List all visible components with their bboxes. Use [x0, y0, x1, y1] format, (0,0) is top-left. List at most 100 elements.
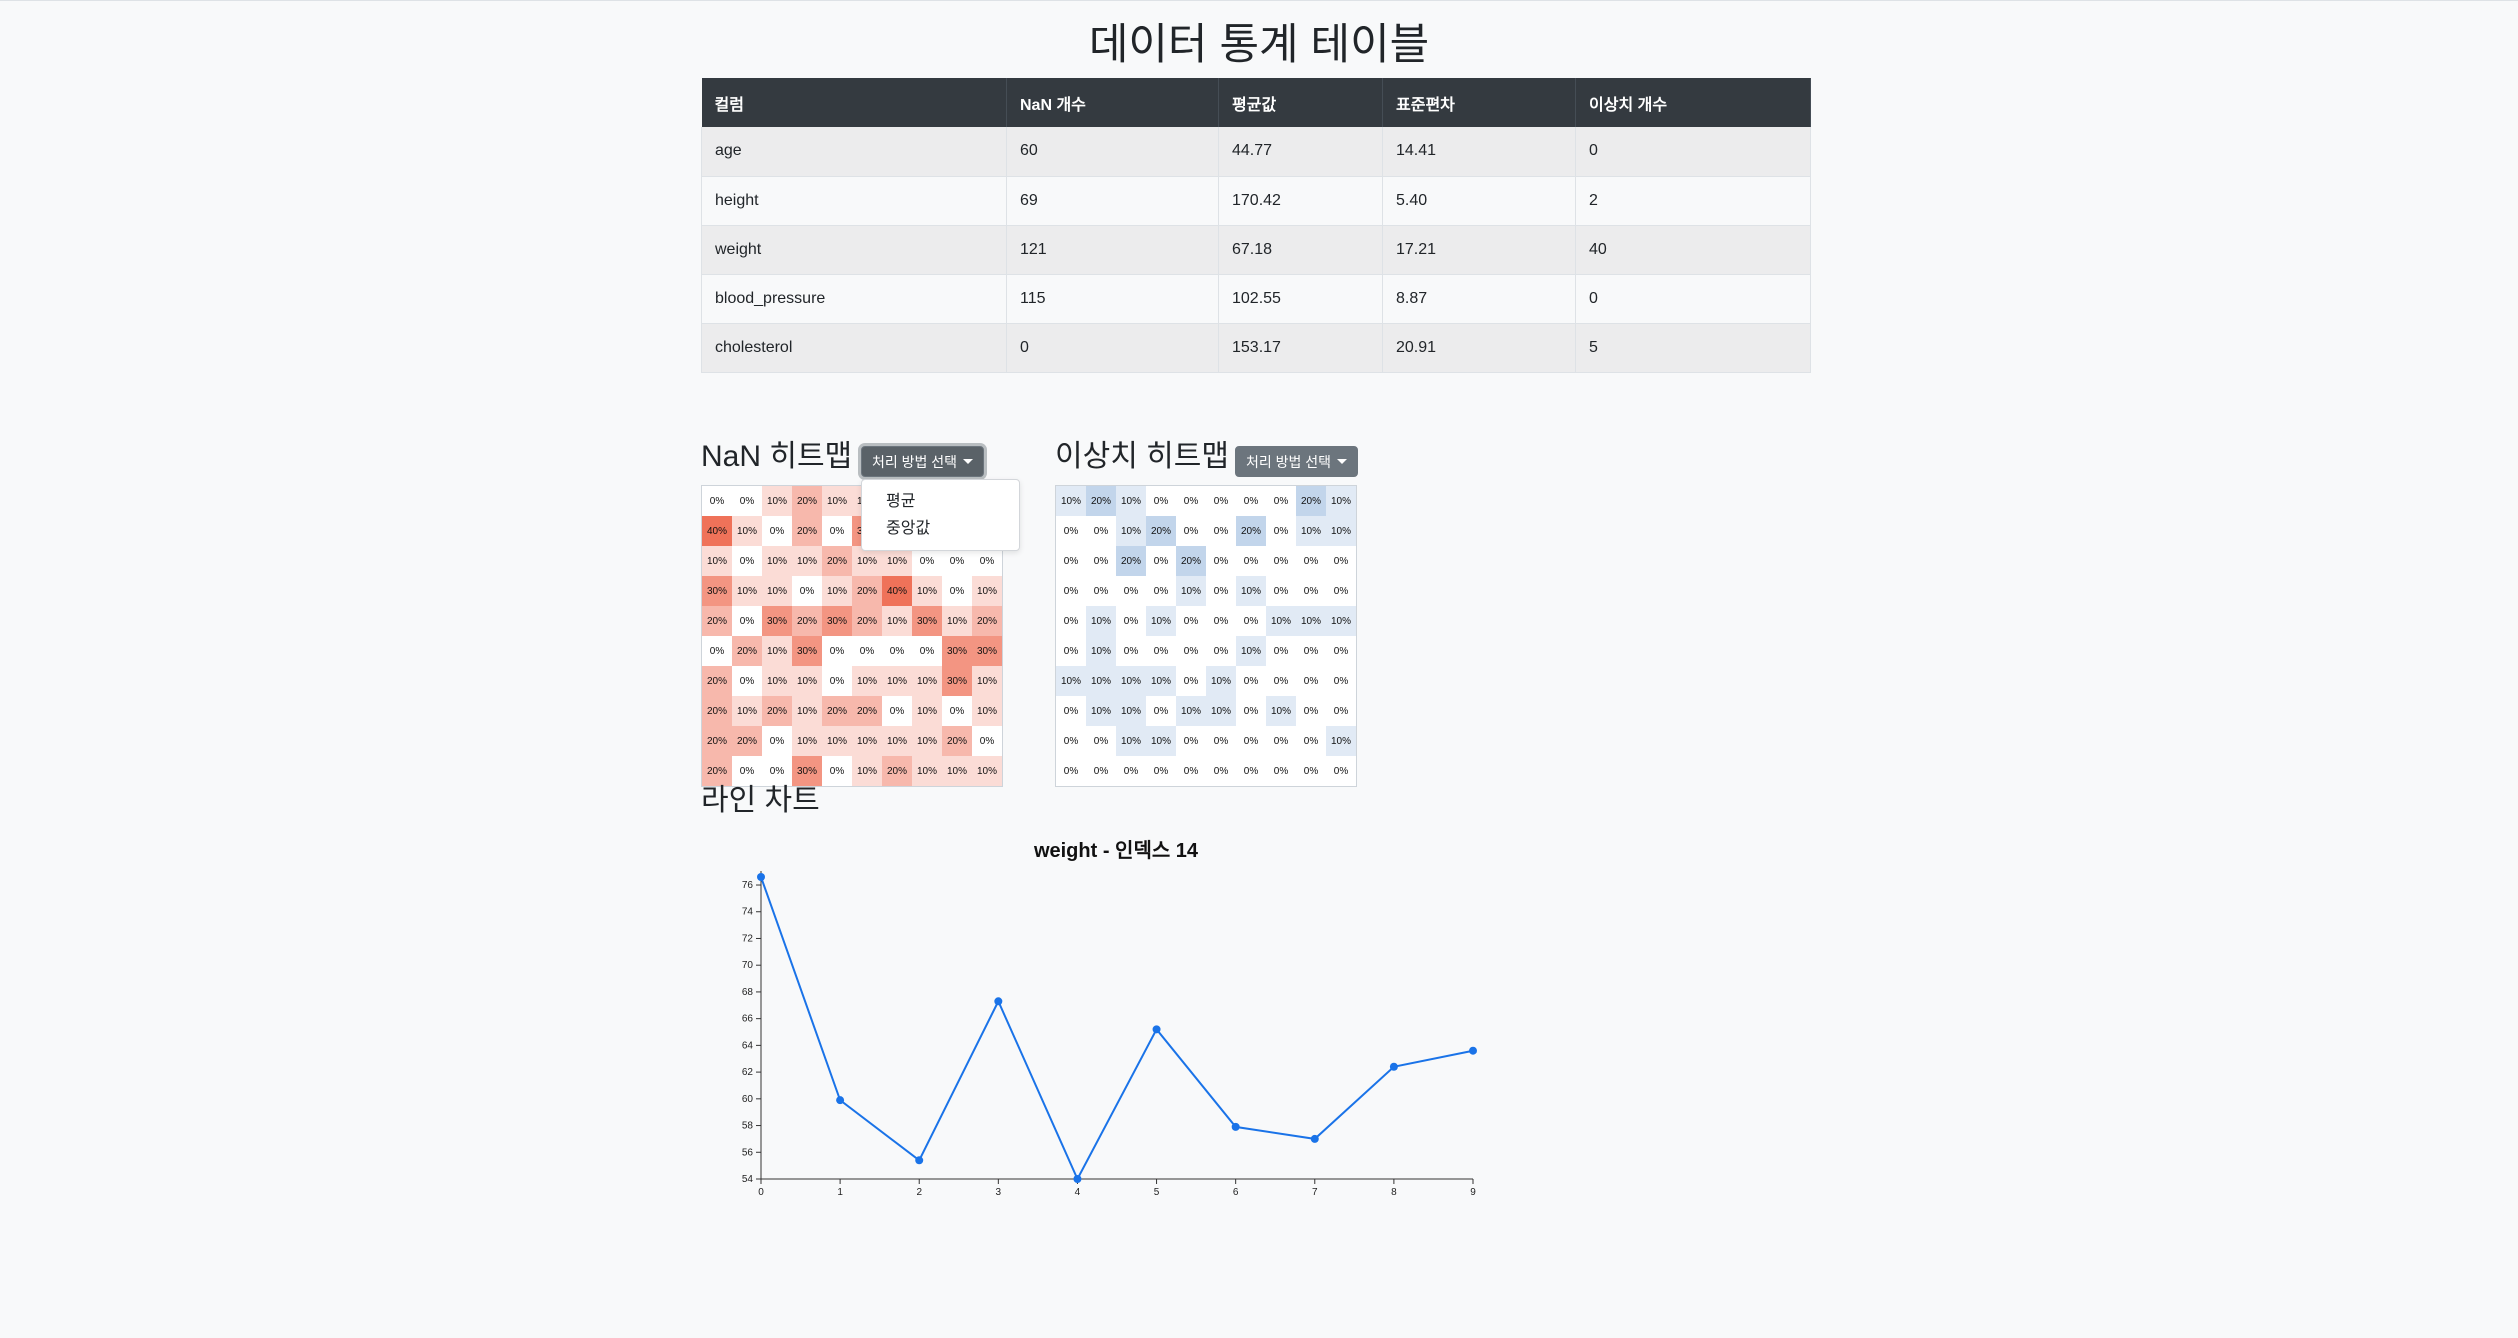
table-row: blood_pressure 115 102.55 8.87 0 [701, 274, 1811, 324]
table-cell: cholesterol [701, 323, 1007, 373]
heatmap-cell: 20% [852, 696, 882, 726]
heatmap-cell: 0% [1093, 585, 1109, 597]
heatmap-cell: 0% [1063, 555, 1079, 567]
heatmap-cell: 10% [762, 576, 792, 606]
heatmap-cell: 10% [762, 546, 792, 576]
heatmap-cell: 20% [822, 546, 852, 576]
y-tick-label: 54 [742, 1174, 754, 1185]
heatmap-cell: 10% [792, 726, 822, 756]
heatmap-cell: 10% [1266, 696, 1296, 726]
data-point [1073, 1175, 1082, 1183]
dropdown-item-median[interactable]: 중앙값 [862, 515, 1019, 542]
heatmap-cell: 0% [1183, 675, 1199, 687]
heatmap-cell: 0% [1243, 675, 1259, 687]
table-row: weight 121 67.18 17.21 40 [701, 225, 1811, 275]
dropdown-item-mean[interactable]: 평균 [862, 488, 1019, 515]
heatmap-cell: 10% [1296, 516, 1326, 546]
table-row: age 60 44.77 14.41 0 [701, 127, 1811, 177]
heatmap-cell: 10% [702, 546, 732, 576]
heatmap-cell: 0% [1273, 765, 1289, 777]
data-point [757, 873, 765, 881]
heatmap-cell: 10% [762, 666, 792, 696]
nan-method-dropdown-menu: 평균 중앙값 [861, 479, 1020, 551]
heatmap-cell: 10% [1086, 696, 1116, 726]
heatmap-cell: 0% [1333, 675, 1349, 687]
heatmap-cell: 0% [829, 675, 845, 687]
heatmap-cell: 30% [972, 636, 1002, 666]
heatmap-cell: 0% [1213, 615, 1229, 627]
outlier-heatmap-title: 이상치 히트맵 [1055, 440, 1229, 473]
heatmap-cell: 0% [1213, 555, 1229, 567]
heatmap-cell: 20% [732, 636, 762, 666]
heatmap-cell: 0% [1273, 555, 1289, 567]
column-header: NaN 개수 [1006, 78, 1219, 127]
heatmap-cell: 0% [1303, 555, 1319, 567]
table-cell: 60 [1006, 127, 1219, 177]
heatmap-cell: 0% [1183, 765, 1199, 777]
y-tick-label: 74 [742, 907, 754, 918]
heatmap-cell: 0% [1303, 735, 1319, 747]
heatmap-cell: 10% [822, 726, 852, 756]
heatmap-cell: 0% [1123, 585, 1139, 597]
heatmap-cell: 0% [1213, 525, 1229, 537]
x-tick-label: 6 [1233, 1187, 1239, 1198]
line-chart: weight - 인덱스 14 54 56 58 60 62 64 66 68 70 72 74 76 0… [701, 827, 1481, 1207]
heatmap-cell: 10% [1236, 576, 1266, 606]
table-cell: 5 [1575, 323, 1811, 373]
heatmap-cell: 30% [942, 636, 972, 666]
table-cell: 14.41 [1382, 127, 1576, 177]
heatmap-cell: 0% [799, 585, 815, 597]
heatmap-cell: 0% [1303, 675, 1319, 687]
series-line [760, 876, 1474, 1182]
column-header: 표준편차 [1382, 78, 1576, 127]
heatmap-cell: 0% [1093, 525, 1109, 537]
heatmap-cell: 0% [1333, 555, 1349, 567]
heatmap-cell: 10% [792, 546, 822, 576]
heatmap-cell: 0% [1063, 615, 1079, 627]
table-row: height 69 170.42 5.40 2 [701, 176, 1811, 226]
table-cell: 44.77 [1218, 127, 1383, 177]
heatmap-cell: 20% [1146, 516, 1176, 546]
heatmap-cell: 10% [1086, 636, 1116, 666]
chart-title: weight - 인덱스 14 [1033, 839, 1199, 862]
table-cell: blood_pressure [701, 274, 1007, 324]
table-cell: 20.91 [1382, 323, 1576, 373]
heatmap-cell: 30% [762, 606, 792, 636]
heatmap-cell: 0% [1183, 495, 1199, 507]
y-tick-label: 58 [742, 1121, 754, 1132]
heatmap-cell: 10% [822, 486, 852, 516]
y-tick-label: 60 [742, 1094, 754, 1105]
heatmap-cell: 10% [732, 696, 762, 726]
heatmap-cell: 0% [1213, 495, 1229, 507]
heatmap-cell: 20% [1296, 486, 1326, 516]
heatmap-cell: 10% [852, 756, 882, 786]
outlier-method-dropdown-button[interactable]: 처리 방법 선택 [1235, 446, 1359, 477]
y-tick-label: 56 [742, 1147, 754, 1158]
heatmap-cell: 10% [1116, 726, 1146, 756]
heatmap-cell: 0% [949, 705, 965, 717]
table-cell: 0 [1575, 127, 1811, 177]
table-cell: 5.40 [1382, 176, 1576, 226]
data-point [1310, 1134, 1319, 1143]
heatmap-cell: 10% [852, 666, 882, 696]
heatmap-cell: 0% [1093, 735, 1109, 747]
x-tick-label: 4 [1075, 1187, 1081, 1198]
data-point [994, 997, 1003, 1006]
heatmap-cell: 0% [1213, 645, 1229, 657]
y-tick-label: 66 [742, 1014, 754, 1025]
nan-method-dropdown-button[interactable]: 처리 방법 선택 [861, 446, 985, 477]
heatmap-cell: 10% [732, 516, 762, 546]
heatmap-cell: 10% [1116, 486, 1146, 516]
heatmap-cell: 20% [1116, 546, 1146, 576]
heatmap-cell: 0% [889, 645, 905, 657]
heatmap-cell: 0% [1303, 585, 1319, 597]
button-label: 처리 방법 선택 [872, 453, 958, 470]
data-point [836, 1096, 845, 1105]
heatmap-cell: 0% [1153, 555, 1169, 567]
heatmap-cell: 10% [1296, 606, 1326, 636]
table-row: cholesterol 0 153.17 20.91 5 [701, 323, 1811, 373]
heatmap-cell: 10% [1206, 666, 1236, 696]
heatmap-cell: 0% [1063, 765, 1079, 777]
heatmap-cell: 0% [1063, 645, 1079, 657]
stats-table: 컬럼 NaN 개수 평균값 표준편차 이상치 개수 age 60 44.77 1… [701, 78, 1811, 373]
